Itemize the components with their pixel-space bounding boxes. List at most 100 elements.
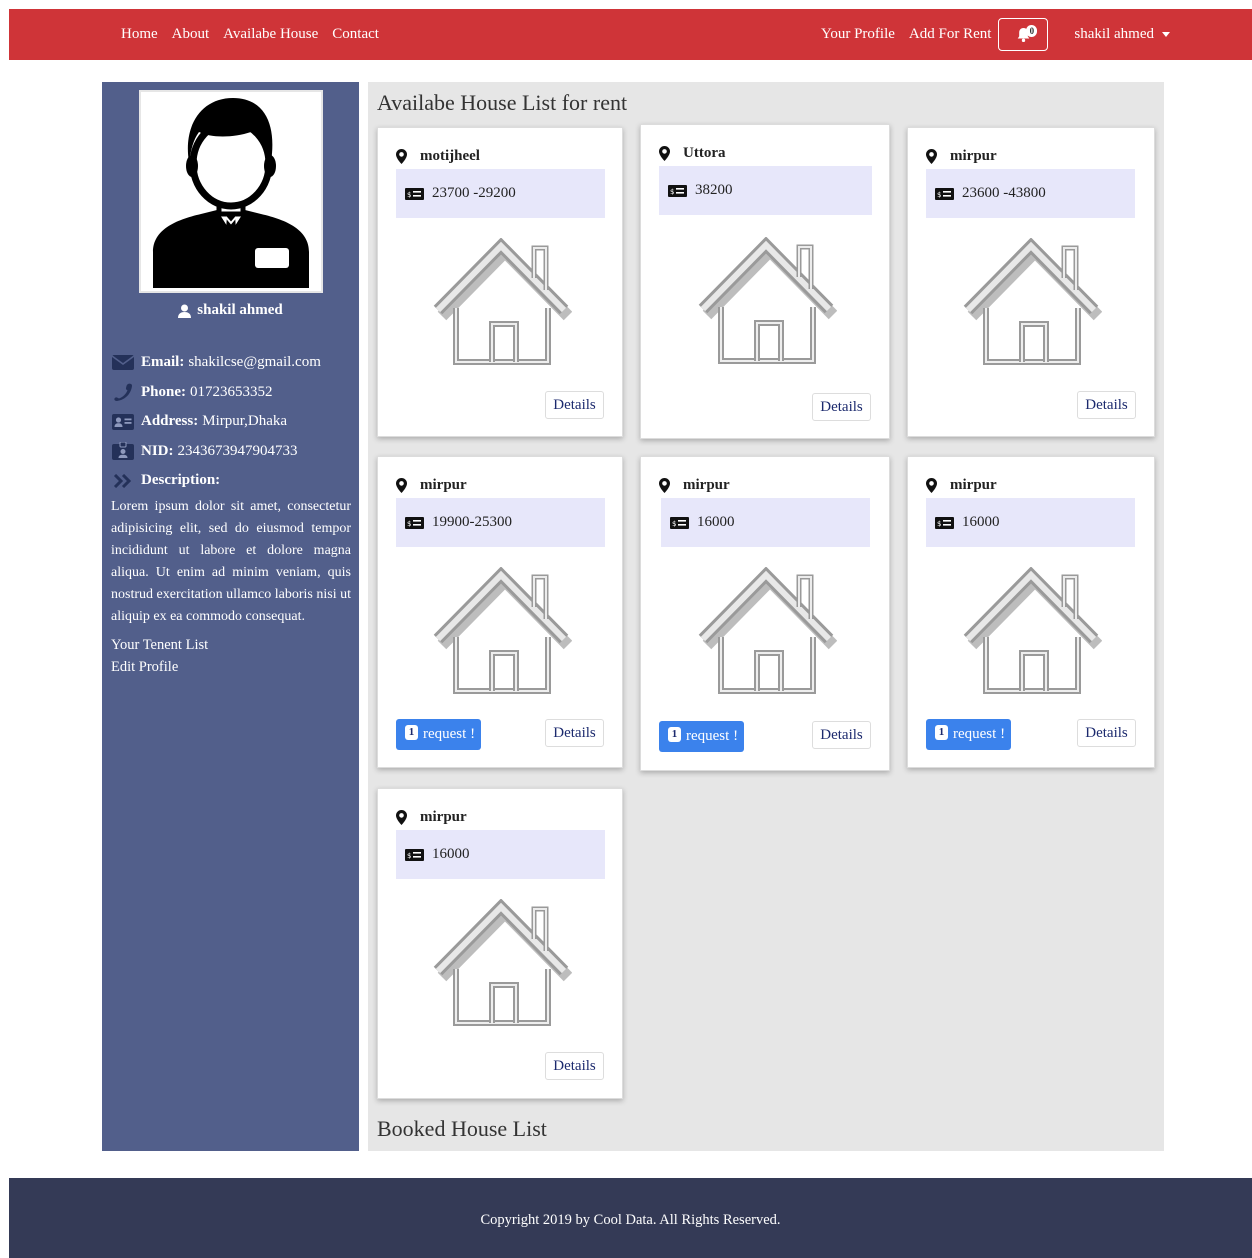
house-location-text: mirpur	[950, 477, 997, 493]
house-price: $ 16000	[926, 498, 1135, 547]
money-bill-icon: $	[405, 848, 424, 861]
house-location-text: mirpur	[683, 477, 730, 493]
money-bill-icon: $	[935, 516, 954, 529]
page-footer: Copyright 2019 by Cool Data. All Rights …	[9, 1178, 1252, 1258]
email-label: Email:	[141, 354, 185, 371]
house-price-text: 23600 -43800	[962, 185, 1046, 201]
house-location: mirpur	[396, 477, 467, 494]
address-row: Address: Mirpur,Dhaka	[111, 407, 351, 437]
nid-row: NID: 2343673947904733	[111, 437, 351, 467]
nid-value: 2343673947904733	[177, 442, 298, 459]
house-price: $ 16000	[396, 830, 605, 879]
house-location-text: mirpur	[420, 477, 467, 493]
house-price-text: 16000	[962, 514, 1000, 530]
house-image	[695, 567, 837, 697]
details-button[interactable]: Details	[545, 719, 604, 747]
nav-home-link[interactable]: Home	[121, 26, 158, 43]
notification-button[interactable]: 0	[998, 18, 1049, 51]
house-card: mirpur $ 23600 -43800 Details	[907, 127, 1155, 437]
profile-sidebar: shakil ahmed Email: shakilcse@gmail.com …	[102, 82, 359, 1151]
booked-house-title: Booked House List	[377, 1116, 547, 1141]
map-marker-icon	[659, 478, 670, 493]
angle-double-right-icon	[111, 472, 135, 490]
tenant-list-link[interactable]: Your Tenent List	[111, 634, 351, 656]
description-label: Description:	[141, 472, 221, 489]
request-button[interactable]: 1 request !	[659, 721, 744, 752]
request-button[interactable]: 1 request !	[396, 719, 481, 750]
phone-icon	[111, 383, 135, 402]
house-price: $ 38200	[659, 166, 872, 215]
email-value: shakilcse@gmail.com	[188, 354, 321, 371]
details-button[interactable]: Details	[545, 1052, 604, 1080]
nav-your-profile-link[interactable]: Your Profile	[821, 26, 895, 43]
details-button[interactable]: Details	[545, 391, 604, 419]
map-marker-icon	[926, 478, 937, 493]
house-card: motijheel $ 23700 -29200 Details	[377, 127, 623, 437]
house-location-text: mirpur	[950, 148, 997, 164]
map-marker-icon	[396, 478, 407, 493]
house-price-text: 38200	[695, 182, 733, 198]
house-location: mirpur	[926, 477, 997, 494]
house-location: Uttora	[659, 145, 725, 162]
house-location-text: motijheel	[420, 148, 480, 164]
request-count-badge: 1	[668, 727, 681, 742]
details-button[interactable]: Details	[812, 721, 871, 749]
house-card: mirpur $ 16000 1 request ! Details	[907, 456, 1155, 768]
house-location: motijheel	[396, 148, 480, 165]
house-price: $ 19900-25300	[396, 498, 605, 547]
nav-about-link[interactable]: About	[172, 26, 210, 43]
house-location-text: mirpur	[420, 809, 467, 825]
house-price-text: 16000	[432, 846, 470, 862]
house-image	[430, 899, 572, 1029]
request-count-badge: 1	[405, 725, 418, 740]
main-content: Availabe House List for rent motijheel $…	[368, 82, 1164, 1151]
house-image	[430, 567, 572, 697]
address-label: Address:	[141, 413, 199, 430]
house-location: mirpur	[926, 148, 997, 165]
svg-text:$: $	[937, 520, 941, 528]
sidebar-username: shakil ahmed	[102, 302, 359, 319]
house-card: Uttora $ 38200 Details	[640, 124, 890, 439]
avatar	[139, 90, 323, 293]
house-image	[430, 238, 572, 368]
house-price-text: 19900-25300	[432, 514, 512, 530]
sidebar-username-text: shakil ahmed	[197, 302, 283, 318]
svg-text:$: $	[670, 188, 674, 196]
map-marker-icon	[659, 146, 670, 161]
request-button[interactable]: 1 request !	[926, 719, 1011, 750]
chevron-down-icon	[1162, 32, 1170, 37]
svg-text:$: $	[937, 191, 941, 199]
house-price-text: 16000	[697, 514, 735, 530]
edit-profile-link[interactable]: Edit Profile	[111, 656, 351, 678]
details-button[interactable]: Details	[812, 393, 871, 421]
notification-count-badge: 0	[1026, 25, 1038, 37]
top-navbar: Home About Availabe House Contact Your P…	[9, 9, 1252, 60]
house-image	[960, 238, 1102, 368]
user-dropdown[interactable]: shakil ahmed	[1074, 26, 1170, 43]
available-house-title: Availabe House List for rent	[377, 90, 628, 115]
map-marker-icon	[926, 149, 937, 164]
nav-right-links: Your Profile Add For Rent 0 shakil ahmed	[821, 9, 1170, 60]
house-location: mirpur	[396, 809, 467, 826]
details-button[interactable]: Details	[1077, 719, 1136, 747]
nid-label: NID:	[141, 442, 174, 459]
description-row: Description:	[111, 466, 351, 496]
nav-left-links: Home About Availabe House Contact	[121, 9, 379, 60]
map-marker-icon	[396, 810, 407, 825]
phone-value: 01723653352	[190, 383, 273, 400]
svg-text:$: $	[407, 852, 411, 860]
house-card: mirpur $ 16000 1 request ! Details	[640, 456, 890, 771]
house-price: $ 23700 -29200	[396, 169, 605, 218]
house-image	[960, 567, 1102, 697]
house-price: $ 23600 -43800	[926, 169, 1135, 218]
house-location-text: Uttora	[683, 145, 726, 161]
svg-text:$: $	[672, 520, 676, 528]
house-card: mirpur $ 19900-25300 1 request ! Details	[377, 456, 623, 768]
id-badge-icon	[111, 442, 135, 461]
money-bill-icon: $	[668, 184, 687, 197]
nav-add-for-rent-link[interactable]: Add For Rent	[909, 26, 992, 43]
user-icon	[178, 304, 192, 318]
nav-available-house-link[interactable]: Availabe House	[223, 26, 318, 43]
nav-contact-link[interactable]: Contact	[332, 26, 379, 43]
details-button[interactable]: Details	[1077, 391, 1136, 419]
